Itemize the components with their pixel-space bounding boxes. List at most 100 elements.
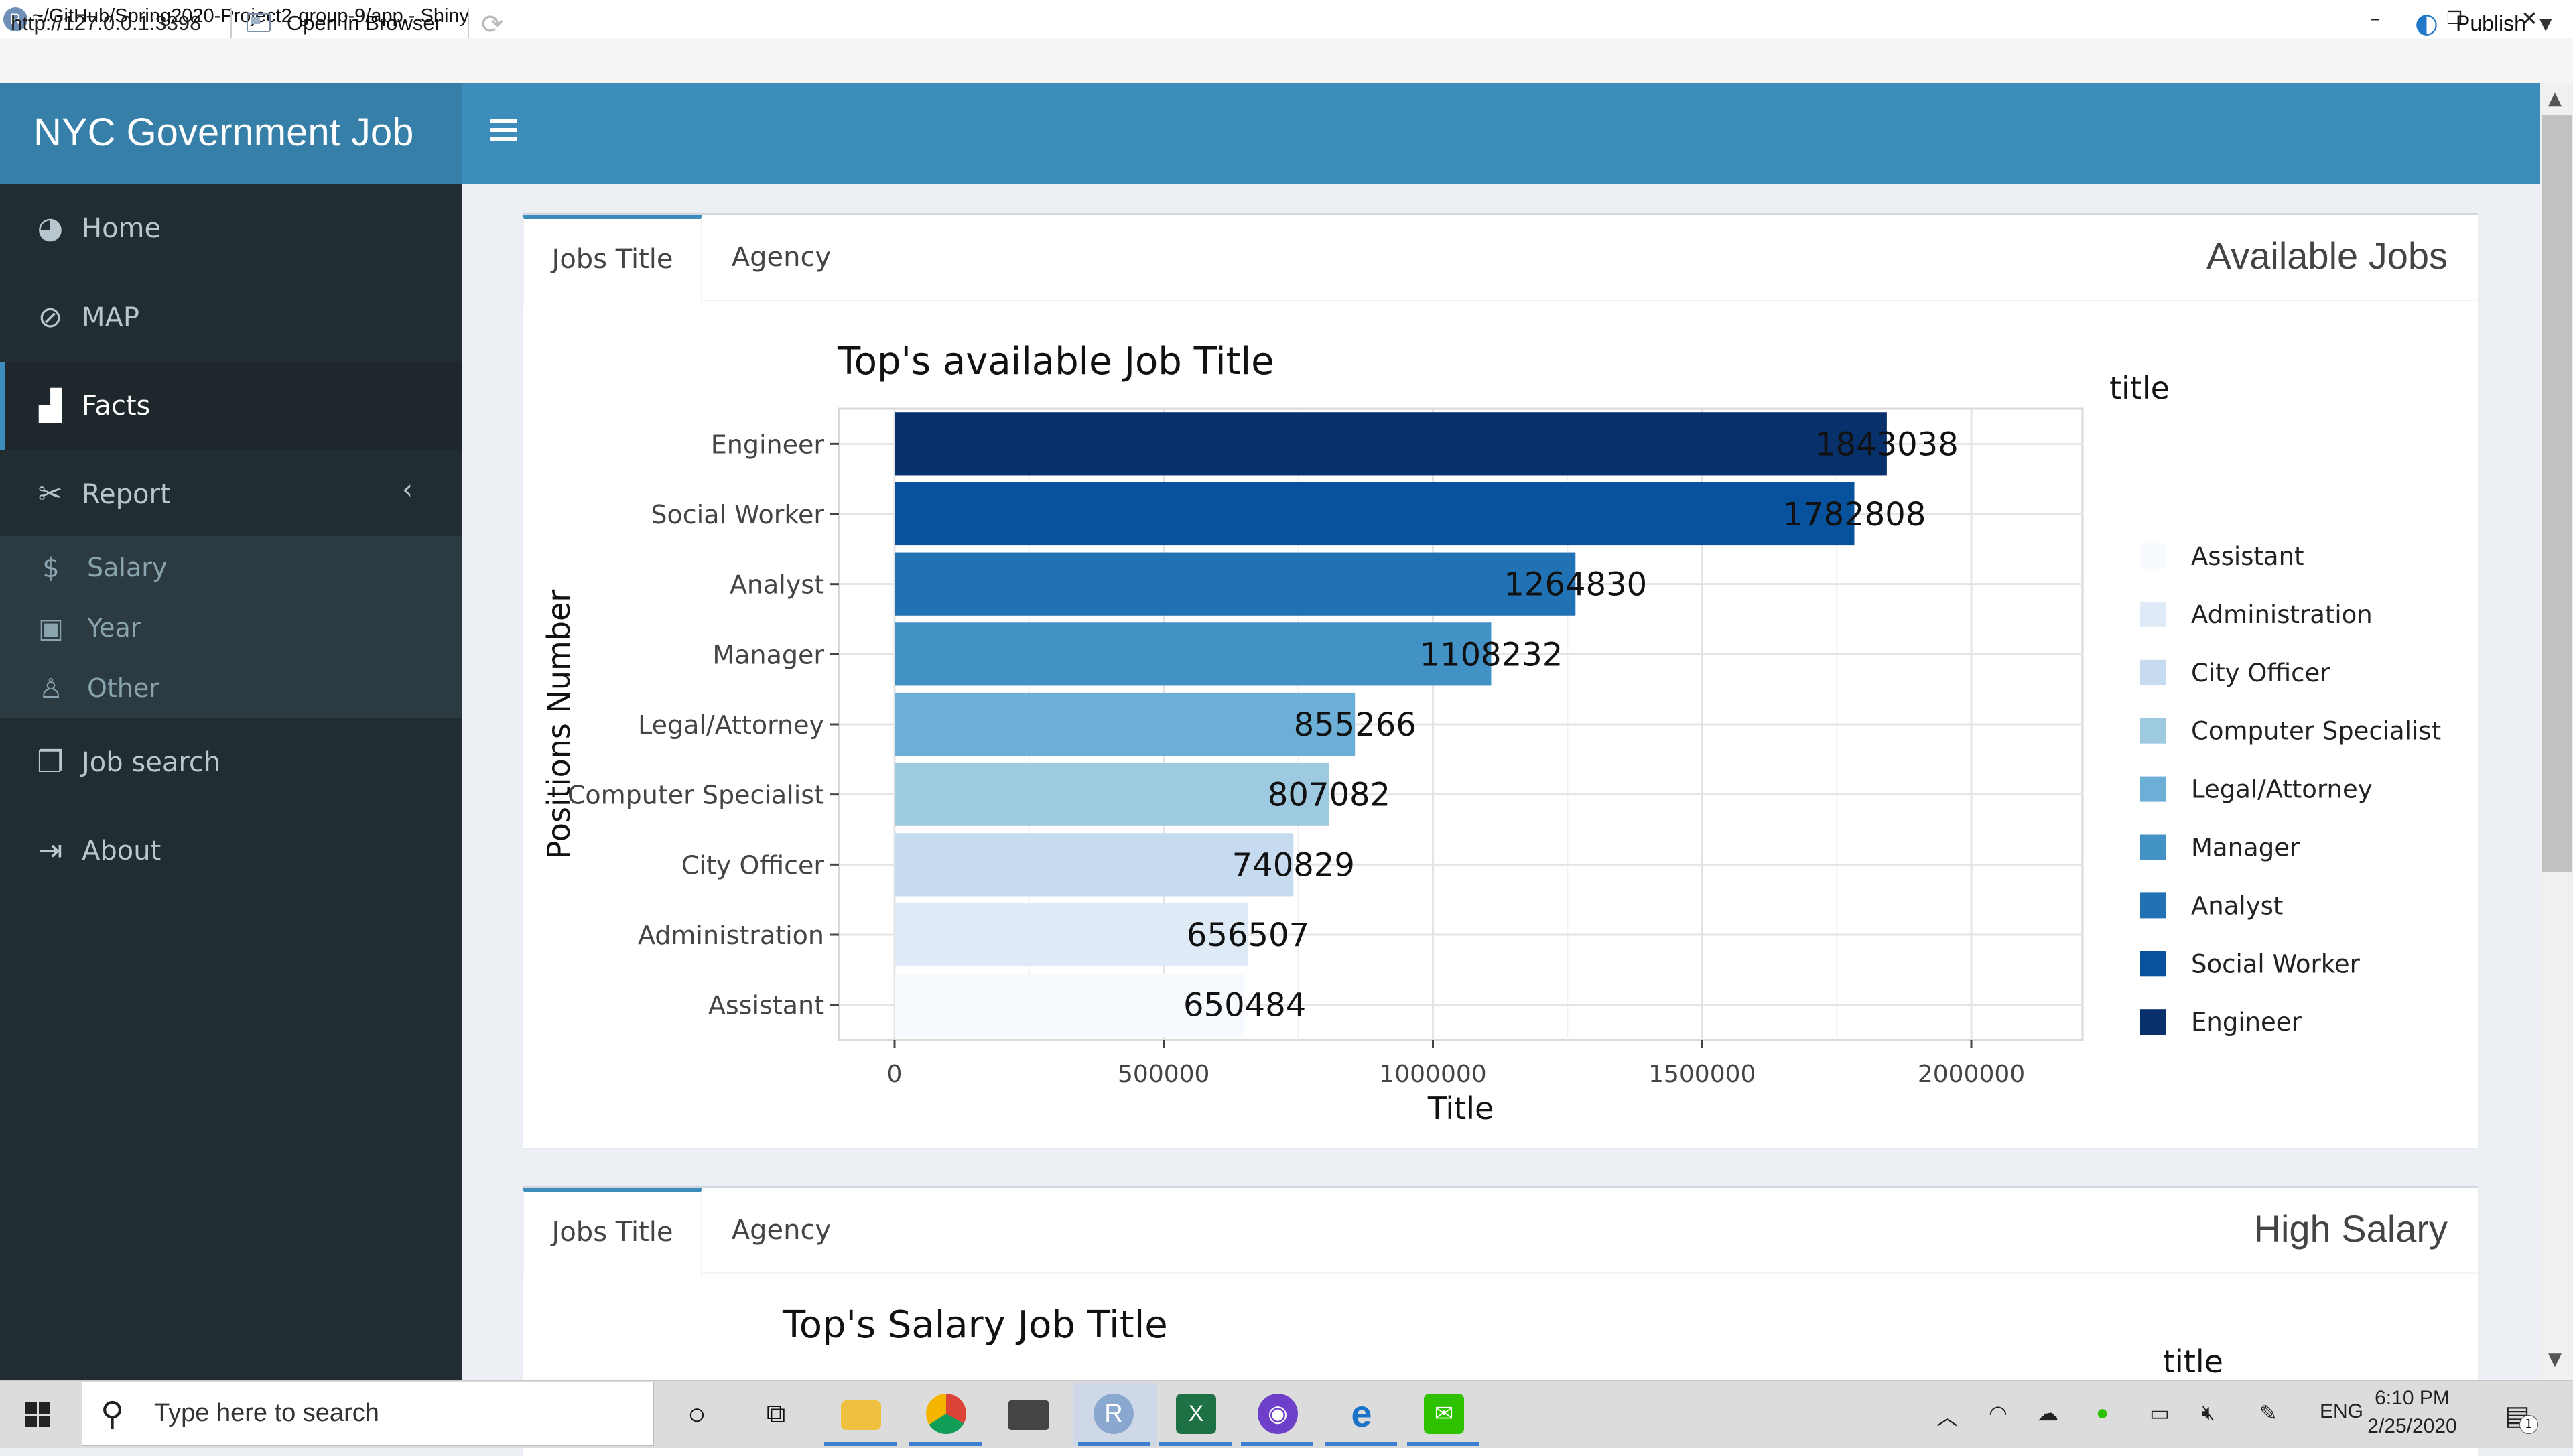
pen-icon[interactable]: ✎ [2259,1400,2278,1426]
legend-label: Manager [2191,834,2300,862]
refresh-icon[interactable]: ⟳ [481,9,504,40]
tools-icon: ✂ [38,477,63,511]
sidebar-subitem-label: Year [87,613,141,643]
onedrive-icon[interactable]: ☁ [2037,1400,2058,1426]
file-explorer-icon[interactable] [841,1400,881,1430]
cortana-icon[interactable]: ○ [677,1394,717,1434]
bar-value-label: 807082 [1268,777,1390,814]
x-tick-label: 2000000 [1918,1061,2025,1088]
bar [895,622,1492,686]
sidebar-subitem-other[interactable]: ♙ Other [0,659,462,719]
task-view-icon[interactable]: ⧉ [756,1394,796,1434]
running-indicator [909,1442,982,1446]
scroll-up-icon[interactable]: ▲ [2548,88,2562,109]
y-tick-label: Manager [712,640,824,669]
sidebar-subitem-salary[interactable]: $ Salary [0,538,462,598]
rstudio-icon[interactable]: R [1094,1394,1134,1434]
bar-value-label: 650484 [1183,987,1306,1024]
chart-svg: 1843038 Engineer 1782808 Social Worker 12648… [541,340,2441,1126]
compass-icon: ⊘ [38,300,63,334]
box-title: Available Jobs [2206,235,2448,277]
bar [895,552,1576,616]
chart-title: Top's Salary Job Title [783,1303,1168,1347]
scroll-down-icon[interactable]: ▼ [2548,1349,2562,1370]
x-tick-label: 500000 [1118,1061,1209,1088]
bar-value-label: 855266 [1294,706,1416,744]
sidebar-item-label: About [82,836,161,866]
volume-muted-icon[interactable]: 🔇︎ [2202,1400,2215,1426]
minimize-button[interactable]: – [2338,0,2412,38]
sidebar-subitem-year[interactable]: ▣ Year [0,598,462,659]
box-title: High Salary [2253,1207,2448,1250]
wechat-tray-icon[interactable]: ● [2096,1400,2109,1425]
chrome-icon[interactable] [926,1394,966,1434]
sidebar-subitem-label: Salary [87,553,168,582]
chart-title: Top's available Job Title [837,340,1274,383]
scrollbar-thumb[interactable] [2542,115,2572,872]
github-icon[interactable]: ◉ [1258,1394,1298,1434]
legend-key [2140,892,2166,919]
wechat-icon[interactable]: ✉ [1424,1394,1464,1434]
legend-key [2140,1009,2166,1035]
edge-icon[interactable]: e [1341,1394,1382,1434]
sidebar-item-map[interactable]: ⊘ MAP [0,273,462,362]
viewer-toolbar [0,38,2573,84]
tab-agency[interactable]: Agency [700,215,863,300]
sidebar-item-report[interactable]: ✂ Report [0,450,462,539]
sidebar-item-label: Report [82,479,171,510]
excel-icon[interactable]: X [1176,1394,1216,1434]
publish-button[interactable]: Publish [2456,11,2526,36]
show-hidden-icons-icon[interactable]: ︿ [1936,1400,1958,1431]
sidebar-item-label: Job search [82,747,221,778]
legend-label: Administration [2191,600,2373,629]
open-in-browser-icon[interactable] [247,13,271,32]
tab-agency[interactable]: Agency [700,1188,863,1272]
legend-label: Legal/Attorney [2191,775,2373,804]
y-tick-label: Engineer [711,429,825,459]
wifi-icon[interactable]: ◠ [1989,1400,2007,1426]
system-clock[interactable]: 6:10 PM 2/25/2020 [2365,1384,2459,1441]
sidebar-item-label: MAP [82,302,139,333]
sidebar-item-about[interactable]: ⇥ About [0,807,462,895]
app-logo[interactable]: NYC Government Job [0,83,462,184]
publish-dropdown-icon[interactable]: ▼ [2539,15,2552,34]
chevron-left-icon[interactable]: ‹ [402,474,413,505]
search-input[interactable]: Type here to search [154,1399,379,1428]
clock-date: 2/25/2020 [2367,1415,2457,1437]
legend-title: title [2109,370,2170,406]
notification-badge: 1 [2519,1415,2538,1434]
sidebar-toggle-icon[interactable] [490,119,517,145]
bar-value-label: 740829 [1232,846,1355,884]
bar-value-label: 1264830 [1504,566,1647,604]
sidebar-item-facts[interactable]: ▟ Facts [0,362,462,450]
legend-label: Computer Specialist [2191,717,2441,746]
active-indicator [0,362,5,450]
bar-value-label: 656507 [1187,917,1309,954]
y-axis-title: Positions Number [541,590,577,860]
y-tick-label: Analyst [730,570,824,600]
sidebar-item-home[interactable]: ◕ Home [0,184,462,273]
x-axis-title: Title [1427,1090,1494,1126]
x-tick-label: 1000000 [1379,1061,1486,1088]
y-tick-label: Administration [638,921,824,950]
clipboard-icon: ❐ [37,745,64,779]
windows-start-icon[interactable] [25,1402,51,1428]
battery-icon[interactable]: ▭ [2150,1400,2170,1426]
y-tick-label: Legal/Attorney [638,710,824,740]
mail-icon[interactable] [1008,1400,1049,1430]
sidebar-item-label: Facts [82,391,151,421]
legend-key [2140,834,2166,860]
tab-jobs-title[interactable]: Jobs Title [523,1188,702,1278]
language-indicator[interactable]: ENG [2320,1400,2363,1423]
top-navbar [462,83,2540,184]
publish-icon[interactable]: ◐ [2415,8,2438,39]
legend-key [2140,951,2166,977]
legend-label: Engineer [2191,1008,2302,1037]
legend-key [2140,601,2166,627]
open-in-browser-button[interactable]: Open in Browser [287,11,442,36]
bar-value-label: 1843038 [1815,425,1959,463]
sidebar-item-job-search[interactable]: ❐ Job search [0,718,462,807]
legend-label: Analyst [2191,891,2283,920]
tab-jobs-title[interactable]: Jobs Title [523,215,702,305]
url-text[interactable]: http://127.0.0.1:3398 [11,11,201,36]
